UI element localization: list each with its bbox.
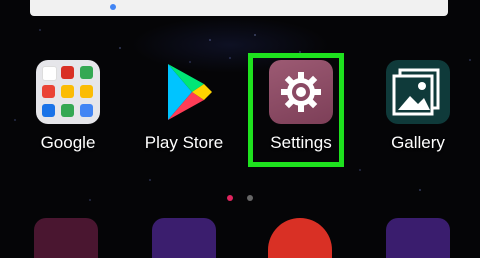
- app-label: Gallery: [391, 133, 445, 152]
- app-label: Google: [40, 133, 96, 152]
- gallery-icon: [386, 60, 450, 124]
- app-gallery[interactable]: Gallery: [370, 60, 466, 153]
- app-play-store[interactable]: Play Store: [136, 60, 232, 153]
- dock-app-icon[interactable]: [386, 218, 450, 258]
- google-folder-icon: [36, 60, 100, 124]
- dock-app-icon[interactable]: [152, 218, 216, 258]
- page-dot-active: [226, 195, 233, 201]
- search-bar[interactable]: [30, 0, 448, 16]
- dock-app-icon[interactable]: [34, 218, 98, 258]
- highlight-box: [248, 53, 344, 167]
- play-store-icon: [152, 60, 216, 124]
- page-dot: [247, 195, 254, 201]
- app-label: Play Store: [144, 133, 224, 152]
- app-google-folder[interactable]: Google: [20, 60, 116, 153]
- page-indicator: [0, 188, 480, 206]
- google-g-icon: [110, 4, 116, 10]
